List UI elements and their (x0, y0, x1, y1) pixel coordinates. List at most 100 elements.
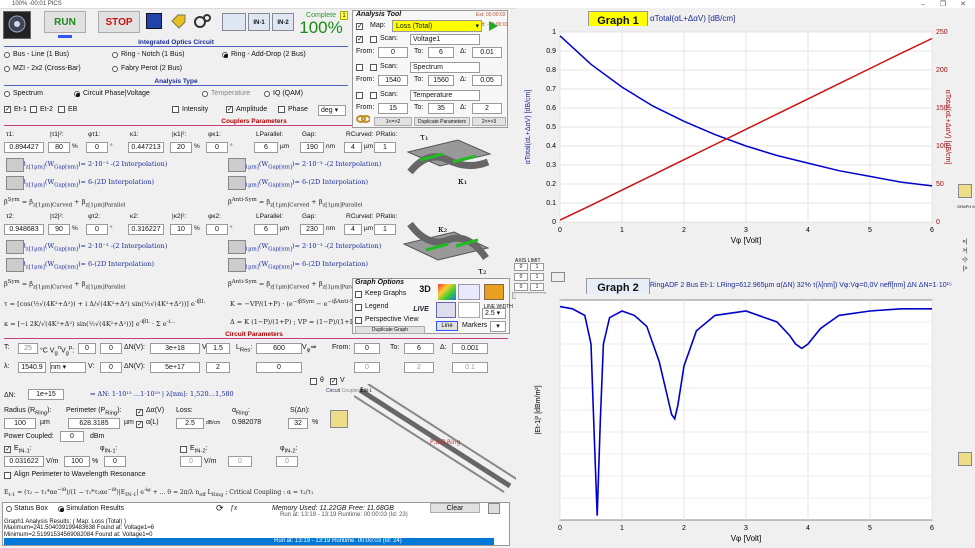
radius-field[interactable]: 100 (4, 418, 36, 429)
scan-checkbox[interactable] (370, 64, 377, 71)
coupler-param-field[interactable]: 4 (344, 224, 362, 235)
user-icon[interactable] (488, 503, 500, 514)
gears-icon[interactable] (194, 13, 212, 29)
v2-from-field[interactable]: 0 (354, 362, 380, 373)
axis-limit-field[interactable]: 1 (530, 263, 544, 271)
coupler-param-field[interactable]: 6 (254, 142, 278, 153)
sim-icon[interactable] (6, 258, 24, 272)
vgn-field[interactable]: 0 (78, 343, 96, 354)
scan-to-field[interactable]: 6 (428, 47, 454, 58)
analysis-type-radio[interactable] (74, 91, 80, 97)
coupler-param-field[interactable]: 0 (86, 224, 108, 235)
loss-field[interactable]: 2.5 (176, 418, 204, 429)
perimeter-field[interactable]: 628.3185 (68, 418, 120, 429)
coupler-param-field[interactable]: 0 (206, 224, 228, 235)
ein2-checkbox[interactable] (180, 446, 187, 453)
coupler-param-field[interactable]: 4 (344, 142, 362, 153)
al-checkbox[interactable]: ✓ (136, 421, 143, 428)
scan-to-field[interactable]: 35 (428, 103, 454, 114)
map-checkbox[interactable]: ✓ (356, 23, 363, 30)
dv-field[interactable]: 5e+17 (150, 362, 200, 373)
ein1-pct-field[interactable]: 100 (64, 456, 90, 467)
vphi-to-field[interactable]: 6 (404, 343, 434, 354)
live-button[interactable]: LIVE (408, 303, 434, 317)
play-icon[interactable] (486, 20, 500, 32)
v-field[interactable]: 1.5 (206, 343, 230, 354)
swap-12-button[interactable]: 1<=>2 (374, 117, 412, 126)
output-checkbox[interactable] (278, 106, 285, 113)
duplicate-graph-button[interactable]: Duplicate Graph (355, 326, 425, 334)
ein1-field[interactable]: 0.031622 (4, 456, 44, 467)
v2-to-field[interactable]: 2 (404, 362, 434, 373)
tag-icon[interactable] (170, 13, 186, 29)
scan-enable-checkbox[interactable] (356, 64, 363, 71)
output-checkbox[interactable] (30, 106, 37, 113)
person-icon[interactable] (330, 410, 348, 428)
output-checkbox[interactable] (58, 106, 65, 113)
phi-in1-field[interactable]: 0 (104, 456, 126, 467)
person-icon[interactable] (958, 184, 972, 198)
person-icon[interactable] (958, 452, 972, 466)
vgp-field[interactable]: 0 (100, 343, 122, 354)
coupler-param-field[interactable]: 80 (48, 142, 70, 153)
power-field[interactable]: 0 (60, 431, 84, 442)
axis-limit-field[interactable]: 0 (514, 283, 528, 291)
output-checkbox[interactable] (172, 106, 179, 113)
keep-graphs-checkbox[interactable] (355, 291, 362, 298)
swap-23-button[interactable]: 2<=>3 (472, 117, 506, 126)
stop-button[interactable]: STOP (98, 11, 140, 33)
v2-step-field[interactable]: 0.1 (452, 362, 488, 373)
clear-button[interactable]: Clear (430, 503, 480, 513)
camera-icon[interactable] (551, 272, 565, 282)
output-checkbox[interactable]: ✓ (4, 106, 11, 113)
coupler-param-field[interactable]: 190 (300, 142, 324, 153)
axis-limit-field[interactable]: 1 (530, 273, 544, 281)
align-checkbox[interactable] (4, 472, 11, 479)
line-width-select[interactable]: 2.5 ▾ (482, 308, 506, 319)
coupler-param-field[interactable]: 10 (170, 224, 192, 235)
coupler-param-field[interactable]: 1 (374, 142, 396, 153)
analysis-type-radio[interactable] (264, 91, 270, 97)
view-3d-button[interactable]: 3D (414, 284, 436, 300)
analysis-type-radio[interactable] (4, 91, 10, 97)
vphi2-field[interactable]: 0 (256, 362, 302, 373)
scan-variable-select[interactable]: Voltage1 (410, 34, 480, 45)
map-select[interactable]: Loss (Total) ▾ (392, 20, 482, 32)
ioc-radio[interactable] (112, 66, 118, 72)
phi-in2-field[interactable]: 0 (276, 456, 298, 467)
save-icon[interactable] (146, 13, 162, 29)
v1-field[interactable]: 0 (100, 362, 122, 373)
sim-icon[interactable] (228, 158, 246, 172)
scan-from-field[interactable]: 0 (378, 47, 408, 58)
axis-limit-field[interactable]: 0 (514, 273, 528, 281)
coupler-param-field[interactable]: 6 (254, 224, 278, 235)
phase-unit-select[interactable]: deg ▾ (318, 105, 346, 116)
sim-icon[interactable] (228, 240, 246, 254)
coupler-param-field[interactable]: 0 (206, 142, 228, 153)
graph-icon[interactable] (222, 13, 246, 31)
in2-icon[interactable]: IN-2 (272, 13, 294, 31)
ein1-checkbox[interactable]: ✓ (4, 446, 11, 453)
coupler-param-field[interactable]: 230 (300, 224, 324, 235)
surface-icon[interactable] (458, 284, 480, 300)
ioc-radio[interactable] (112, 52, 118, 58)
scan-variable-select[interactable]: Temperature (410, 90, 480, 101)
scatter-plot-icon[interactable] (458, 302, 480, 318)
axis-limit-field[interactable]: 1 (530, 283, 544, 291)
line-plot-icon[interactable] (436, 302, 456, 318)
palette-icon[interactable] (484, 284, 504, 300)
dn2-field[interactable]: 1e+15 (28, 389, 64, 400)
dn-field[interactable]: 3e+18 (150, 343, 200, 354)
scan-variable-select[interactable]: Spectrum (410, 62, 480, 73)
lambda-res-field[interactable]: 600 (256, 343, 302, 354)
scan-delta-field[interactable]: 2 (472, 103, 502, 114)
markers-select[interactable]: ▾ (490, 321, 506, 332)
v-checkbox[interactable]: ✓ (330, 378, 337, 385)
lambda-field[interactable]: 1540.9 (18, 362, 46, 373)
line-style-button[interactable]: Line (436, 321, 458, 331)
scan-from-field[interactable]: 1540 (378, 75, 408, 86)
coupler-param-field[interactable]: 0.948683 (4, 224, 44, 235)
scan-enable-checkbox[interactable] (356, 92, 363, 99)
axis-limit-field[interactable]: 0 (514, 263, 528, 271)
theta-checkbox[interactable] (310, 378, 317, 385)
